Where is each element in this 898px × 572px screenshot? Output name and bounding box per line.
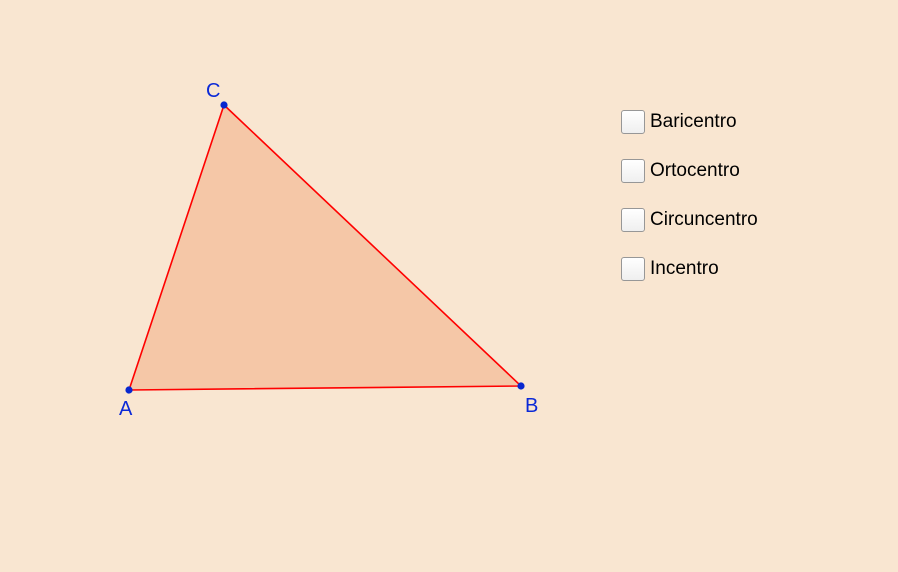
- vertex-label-a: A: [119, 398, 132, 421]
- checkbox-label: Baricentro: [650, 111, 737, 133]
- vertex-c[interactable]: [220, 101, 227, 108]
- vertex-label-c: C: [206, 80, 220, 103]
- triangle-fill: [129, 105, 521, 390]
- geometry-canvas: A B C Baricentro Ortocentro Circuncentro…: [0, 0, 898, 572]
- vertex-a[interactable]: [125, 386, 132, 393]
- checkbox-box[interactable]: [621, 159, 645, 183]
- checkbox-box[interactable]: [621, 110, 645, 134]
- checkbox-row-circuncentro[interactable]: Circuncentro: [621, 207, 758, 233]
- checkbox-label: Circuncentro: [650, 209, 758, 231]
- checkbox-row-baricentro[interactable]: Baricentro: [621, 109, 758, 135]
- checkbox-row-incentro[interactable]: Incentro: [621, 256, 758, 282]
- triangle-plot: [0, 0, 898, 572]
- checkbox-box[interactable]: [621, 257, 645, 281]
- vertex-label-b: B: [525, 395, 538, 418]
- vertex-b[interactable]: [517, 382, 524, 389]
- checkbox-row-ortocentro[interactable]: Ortocentro: [621, 158, 758, 184]
- checkbox-label: Ortocentro: [650, 160, 740, 182]
- checkbox-panel: Baricentro Ortocentro Circuncentro Incen…: [621, 109, 758, 305]
- checkbox-box[interactable]: [621, 208, 645, 232]
- checkbox-label: Incentro: [650, 258, 719, 280]
